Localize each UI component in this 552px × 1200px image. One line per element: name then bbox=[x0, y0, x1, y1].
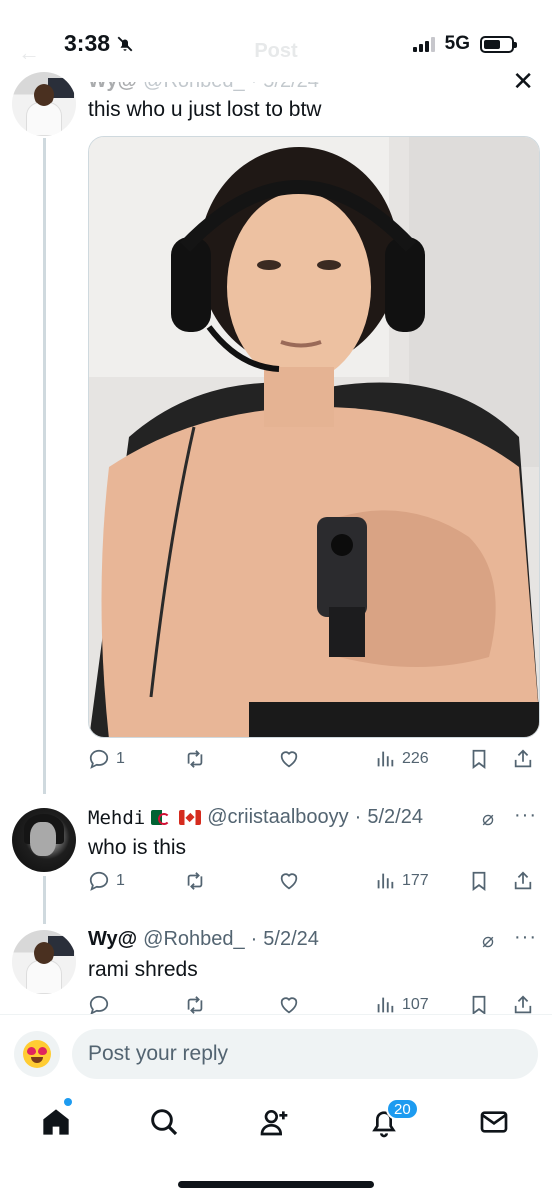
share-button[interactable] bbox=[512, 870, 534, 892]
tweet-text: rami shreds bbox=[88, 958, 198, 981]
tweet-meta: Mehdi @criistaalbooyy · 5/2/24 bbox=[88, 806, 423, 829]
nav-communities[interactable] bbox=[254, 1102, 294, 1142]
bookmark-button[interactable] bbox=[468, 870, 490, 892]
reply-button[interactable]: 1 bbox=[88, 748, 125, 770]
tweet-text: this who u just lost to btw bbox=[88, 98, 322, 121]
tweet-meta: Wy@ @Rohbed_ · 5/2/24 bbox=[88, 928, 319, 950]
heart-icon bbox=[280, 997, 298, 1014]
like-button[interactable] bbox=[278, 870, 300, 892]
bookmark-icon bbox=[472, 749, 486, 769]
tweet-actions: 107 bbox=[88, 994, 540, 1014]
status-indicators: 5G bbox=[412, 33, 517, 55]
views-icon bbox=[377, 873, 394, 889]
tweet-text: who is this bbox=[88, 836, 187, 859]
tweet-actions: 1 226 bbox=[88, 748, 540, 778]
thread-connector bbox=[43, 138, 46, 794]
avatar[interactable] bbox=[12, 808, 76, 872]
nav-messages[interactable] bbox=[474, 1102, 514, 1142]
views-button[interactable]: 177 bbox=[374, 870, 429, 892]
repost-icon bbox=[187, 872, 203, 890]
network-type: 5G bbox=[444, 33, 470, 54]
canada-flag-icon bbox=[179, 810, 202, 825]
views-icon bbox=[377, 997, 394, 1013]
unread-dot bbox=[64, 1098, 72, 1106]
bookmark-icon bbox=[472, 995, 486, 1014]
share-button[interactable] bbox=[512, 994, 534, 1014]
share-button[interactable] bbox=[512, 748, 534, 770]
reply-bar: Post your reply bbox=[0, 1014, 552, 1088]
grok-icon[interactable]: ⌀ bbox=[482, 928, 494, 953]
share-icon bbox=[514, 995, 532, 1014]
more-options-icon[interactable]: ··· bbox=[514, 926, 537, 949]
reply-icon bbox=[89, 871, 109, 891]
search-icon bbox=[151, 1109, 178, 1136]
tweet-actions: 1 177 bbox=[88, 870, 540, 900]
grok-icon[interactable]: ✕ bbox=[512, 66, 534, 97]
nav-search[interactable] bbox=[144, 1102, 184, 1142]
photo bbox=[89, 137, 539, 737]
reply-icon bbox=[89, 749, 109, 769]
like-button[interactable] bbox=[278, 748, 300, 770]
repost-icon bbox=[187, 750, 203, 768]
heart-eyes-emoji-icon bbox=[23, 1040, 51, 1068]
bookmark-button[interactable] bbox=[468, 748, 490, 770]
algeria-flag-icon bbox=[151, 810, 174, 825]
mail-icon bbox=[480, 1111, 508, 1133]
reply-icon bbox=[89, 995, 109, 1014]
thread-connector bbox=[43, 876, 46, 924]
share-icon bbox=[514, 749, 532, 768]
heart-eyes-emoji-button[interactable] bbox=[14, 1031, 60, 1077]
bookmark-icon bbox=[472, 871, 486, 891]
status-bar: 3:38 ← Post 5G bbox=[0, 0, 552, 84]
repost-button[interactable] bbox=[184, 748, 206, 770]
repost-button[interactable] bbox=[184, 870, 206, 892]
views-button[interactable]: 107 bbox=[374, 994, 429, 1014]
cellular-signal-icon bbox=[412, 36, 435, 52]
heart-icon bbox=[280, 751, 298, 768]
reply-button[interactable] bbox=[88, 994, 116, 1014]
like-button[interactable] bbox=[278, 994, 300, 1014]
home-icon bbox=[43, 1109, 69, 1135]
grok-icon[interactable]: ⌀ bbox=[482, 806, 494, 831]
views-icon bbox=[377, 751, 394, 767]
add-person-icon bbox=[260, 1110, 288, 1136]
more-options-icon[interactable]: ··· bbox=[514, 804, 537, 827]
notifications-badge: 20 bbox=[386, 1098, 419, 1120]
home-indicator[interactable] bbox=[178, 1181, 374, 1188]
repost-button[interactable] bbox=[184, 994, 206, 1014]
heart-icon bbox=[280, 873, 298, 890]
repost-icon bbox=[187, 996, 203, 1014]
reply-button[interactable]: 1 bbox=[88, 870, 125, 892]
tweet-image[interactable] bbox=[88, 136, 540, 738]
battery-icon bbox=[480, 35, 517, 53]
bookmark-button[interactable] bbox=[468, 994, 490, 1014]
avatar[interactable] bbox=[12, 930, 76, 994]
reply-input[interactable]: Post your reply bbox=[72, 1029, 538, 1079]
nav-home[interactable] bbox=[36, 1102, 76, 1142]
views-button[interactable]: 226 bbox=[374, 748, 429, 770]
share-icon bbox=[514, 871, 532, 890]
avatar[interactable] bbox=[12, 72, 76, 136]
